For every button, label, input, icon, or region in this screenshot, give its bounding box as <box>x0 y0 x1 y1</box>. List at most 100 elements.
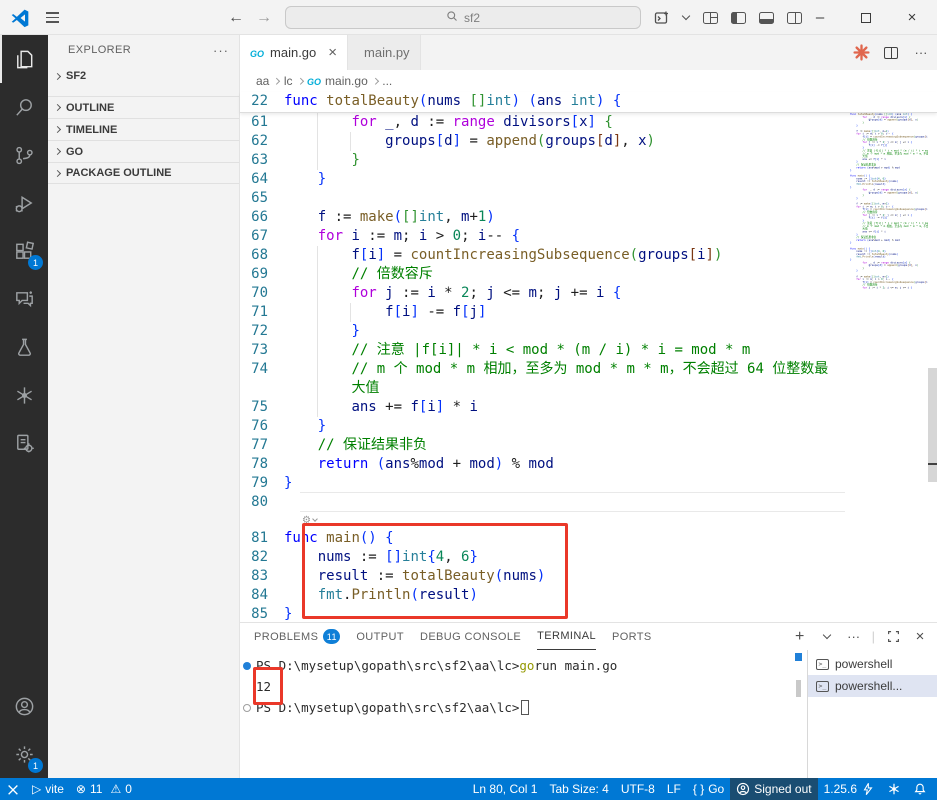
braces-icon: { } <box>692 782 705 796</box>
notifications-bell-icon[interactable] <box>907 778 937 800</box>
terminal-dropdown-icon[interactable] <box>818 630 836 640</box>
sidebar-section-go[interactable]: GO <box>48 140 239 162</box>
filled-circle-decoration[interactable] <box>243 661 251 670</box>
panel-tab-problems[interactable]: PROBLEMS 11 <box>254 623 341 650</box>
account-status[interactable]: Signed out <box>730 778 818 800</box>
line-number: 79 <box>251 475 268 491</box>
code-line: 63 } <box>240 151 937 170</box>
terminal-command-text: go <box>519 658 535 673</box>
search-icon <box>446 10 458 25</box>
encoding-indicator[interactable]: UTF-8 <box>615 778 661 800</box>
line-number: 82 <box>251 549 268 565</box>
code-line: 22 func totalBeauty(nums []int) (ans int)… <box>240 92 937 111</box>
code-lines: 61 for _, d := range divisors[x] {62 gro… <box>240 113 937 622</box>
terminal-icon: >_ <box>816 658 829 670</box>
breadcrumb-item[interactable]: ... <box>382 74 392 88</box>
go-tools-icon[interactable] <box>881 778 907 800</box>
activity-settings-icon[interactable]: 1 <box>0 730 48 778</box>
more-actions-icon[interactable]: ··· <box>213 43 229 58</box>
maximize-button[interactable] <box>846 0 886 35</box>
code-action-gear-icon: ⚙ <box>302 515 311 526</box>
new-terminal-icon[interactable]: + <box>791 628 809 646</box>
line-number: 66 <box>251 209 268 225</box>
terminal[interactable]: PS D:\mysetup\gopath\src\sf2\aa\lc> go r… <box>240 650 807 778</box>
sidebar-section-outline[interactable]: OUTLINE <box>48 96 239 118</box>
cursor-position[interactable]: Ln 80, Col 1 <box>467 778 544 800</box>
code-line: 大值 <box>240 379 937 398</box>
code-line: 72 } <box>240 322 937 341</box>
code-action-widget[interactable]: ⚙ <box>240 512 937 529</box>
sidebar-sections: SF2 OUTLINE TIMELINE GO PACKAGE OUTLINE <box>48 65 239 184</box>
activity-account-icon[interactable] <box>0 682 48 730</box>
minimap[interactable]: func totalBeauty(nums []int) (ans int) {… <box>850 113 928 553</box>
close-panel-icon[interactable]: × <box>911 628 929 645</box>
activity-chat-icon[interactable] <box>0 275 48 323</box>
activity-explorer-icon[interactable] <box>0 35 48 83</box>
code-line: 81 func main() { <box>240 529 937 548</box>
code-line: 84 fmt.Println(result) <box>240 586 937 605</box>
sidebar-section-package-outline[interactable]: PACKAGE OUTLINE <box>48 162 239 184</box>
activity-source-control-icon[interactable] <box>0 131 48 179</box>
sidebar-section-timeline[interactable]: TIMELINE <box>48 118 239 140</box>
go-icon: GO <box>250 49 265 59</box>
breadcrumb-item[interactable]: aa <box>256 74 269 88</box>
breadcrumb-item[interactable]: lc <box>284 74 293 88</box>
panel-tab-ports[interactable]: PORTS <box>612 623 652 650</box>
minimize-button[interactable]: – <box>800 0 840 35</box>
panel-tab-debug-console[interactable]: DEBUG CONSOLE <box>420 623 521 650</box>
back-button[interactable]: ← <box>224 0 248 35</box>
remote-indicator-icon[interactable] <box>0 778 26 800</box>
terminal-tab-powershell[interactable]: >_ powershell <box>808 653 937 675</box>
activity-run-debug-icon[interactable] <box>0 179 48 227</box>
code-line: 73 // 注意 |f[i]| * i < mod * (m / i) * i … <box>240 341 937 360</box>
sidebar-section-sf2[interactable]: SF2 <box>48 65 239 87</box>
tab-main.py[interactable]: main.py <box>348 35 421 70</box>
eol-indicator[interactable]: LF <box>661 778 687 800</box>
go-version[interactable]: 1.25.6 <box>818 778 881 800</box>
chevron-right-icon <box>53 125 62 134</box>
line-number: 68 <box>251 247 268 263</box>
activity-tasks-icon[interactable] <box>0 419 48 467</box>
language-mode[interactable]: { } Go <box>687 778 730 800</box>
terminal-tabs-list: >_ powershell >_ powershell... <box>807 650 937 778</box>
breadcrumb-item[interactable]: GO main.go <box>307 74 368 88</box>
panel-tab-terminal[interactable]: TERMINAL <box>537 623 596 650</box>
close-button[interactable]: × <box>892 0 932 35</box>
split-editor-icon[interactable] <box>881 46 901 59</box>
breadcrumb-separator-icon <box>296 77 303 85</box>
editor-layout-icon[interactable] <box>696 0 724 35</box>
account-icon <box>736 782 750 796</box>
toggle-panel-icon[interactable] <box>752 0 780 35</box>
code-line: 85} <box>240 605 937 622</box>
code-editor[interactable]: 61 for _, d := range divisors[x] {62 gro… <box>240 113 937 622</box>
activity-go-extension-icon[interactable] <box>0 371 48 419</box>
panel-more-actions-icon[interactable]: ··· <box>845 629 863 644</box>
tab-size-indicator[interactable]: Tab Size: 4 <box>543 778 614 800</box>
editor-scrollbar[interactable] <box>928 113 937 622</box>
line-number: 77 <box>251 437 268 453</box>
badge: 1 <box>28 758 43 773</box>
problems-status[interactable]: ⊗ 11 ⚠ 0 <box>70 778 138 800</box>
line-number: 65 <box>251 190 268 206</box>
activity-testing-icon[interactable] <box>0 323 48 371</box>
extension-action-icon[interactable] <box>851 44 871 61</box>
maximize-panel-icon[interactable] <box>884 630 902 643</box>
panel-tab-output[interactable]: OUTPUT <box>356 623 404 650</box>
close-tab-icon[interactable]: × <box>328 44 337 61</box>
menu-icon[interactable] <box>46 0 59 35</box>
hollow-circle-decoration[interactable] <box>243 703 251 712</box>
terminal-scrollbar-thumb[interactable] <box>796 680 801 697</box>
terminal-tab-powershell[interactable]: >_ powershell... <box>808 675 937 697</box>
tab-main.go[interactable]: GO main.go × <box>240 35 349 70</box>
activity-search-icon[interactable] <box>0 83 48 131</box>
toggle-primary-sidebar-icon[interactable] <box>724 0 752 35</box>
activity-extensions-icon[interactable]: 1 <box>0 227 48 275</box>
forward-button[interactable]: → <box>252 0 276 35</box>
sticky-scroll-line[interactable]: 22 func totalBeauty(nums []int) (ans int)… <box>240 92 937 113</box>
line-number: 69 <box>251 266 268 282</box>
command-center-search[interactable]: sf2 <box>285 6 641 29</box>
more-actions-icon[interactable]: ··· <box>911 45 931 60</box>
bottom-panel: PROBLEMS 11 OUTPUT DEBUG CONSOLE TERMINAL POR… <box>240 622 937 778</box>
terminal-command-text: run main.go <box>534 658 618 673</box>
run-task-vite[interactable]: ▷ vite <box>26 778 70 800</box>
